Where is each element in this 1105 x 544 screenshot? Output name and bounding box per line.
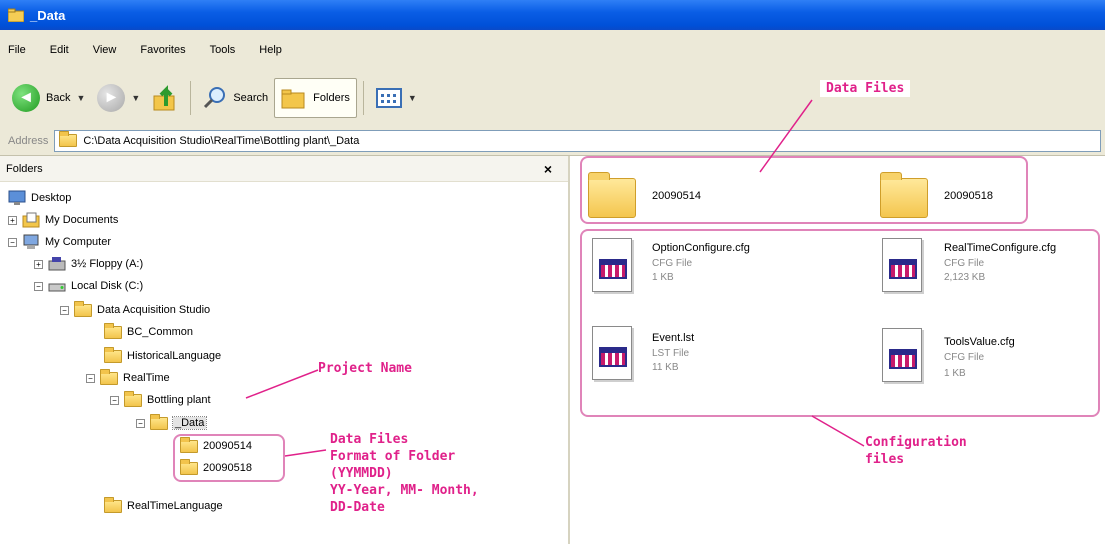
address-path: C:\Data Acquisition Studio\RealTime\Bott…	[83, 134, 360, 147]
annotation-data-files-format: Data Files Format of Folder (YYMMDD) YY-…	[330, 431, 479, 516]
annotation-box-configuration-files	[580, 229, 1100, 417]
tree-item-my-documents[interactable]: + My Documents	[8, 210, 118, 230]
folder-icon	[150, 413, 168, 430]
tree-label: RealTimeLanguage	[127, 500, 223, 512]
tree-label: Bottling plant	[147, 394, 211, 406]
tree-label-selected: _Data	[171, 416, 208, 430]
back-arrow-icon: ◄	[12, 84, 40, 112]
folders-icon	[281, 89, 305, 109]
tree-label: Data Acquisition Studio	[97, 304, 211, 316]
tree-label: Local Disk (C:)	[71, 280, 144, 292]
collapse-icon[interactable]: −	[8, 237, 17, 247]
folder-icon	[104, 322, 122, 339]
folders-pane-header: Folders ×	[0, 156, 568, 182]
tree-item-realtime-language[interactable]: RealTimeLanguage	[104, 496, 223, 516]
floppy-drive-icon	[48, 257, 66, 271]
tree-label: HistoricalLanguage	[127, 350, 222, 362]
address-bar: Address C:\Data Acquisition Studio\RealT…	[0, 126, 1105, 156]
folder-window-icon	[8, 8, 24, 22]
tree-item-local-disk[interactable]: − Local Disk (C:)	[34, 276, 143, 296]
tree-item-floppy[interactable]: + 3½ Floppy (A:)	[34, 254, 143, 274]
tree-item-my-computer[interactable]: − My Computer	[8, 232, 111, 252]
folder-icon	[74, 300, 92, 317]
views-dropdown-icon[interactable]: ▼	[408, 93, 417, 103]
folder-icon	[104, 496, 122, 513]
forward-arrow-icon: ►	[97, 84, 126, 112]
window-title: _Data	[30, 7, 66, 23]
up-folder-icon	[153, 85, 175, 111]
toolbar-separator	[362, 81, 364, 115]
folder-icon	[59, 131, 78, 147]
menu-bar: File Edit View Favorites Tools Help	[0, 30, 1105, 70]
annotation-data-files-top: Data Files	[820, 80, 911, 97]
folders-pane-title: Folders	[6, 162, 43, 175]
my-documents-icon	[22, 212, 40, 228]
tree-label: BC_Common	[127, 326, 194, 338]
tree-label: My Computer	[45, 236, 112, 248]
annotation-line: YY-Year, MM- Month,	[330, 483, 479, 498]
annotation-line: DD-Date	[330, 500, 385, 515]
back-button[interactable]: ◄ Back ▼	[6, 78, 91, 118]
up-folder-button[interactable]	[146, 78, 184, 118]
folder-icon	[124, 390, 142, 407]
close-icon[interactable]: ×	[544, 161, 552, 177]
tree-item-data[interactable]: − _Data	[136, 413, 208, 433]
tree-label: 3½ Floppy (A:)	[71, 258, 144, 270]
collapse-icon[interactable]: −	[34, 281, 43, 291]
tree-label: Desktop	[31, 192, 72, 204]
search-label: Search	[233, 92, 269, 104]
tree-label: My Documents	[45, 214, 119, 226]
annotation-line: Format of Folder	[330, 449, 456, 464]
menu-help[interactable]: Help	[259, 44, 282, 56]
hard-disk-icon	[48, 283, 66, 292]
expand-icon[interactable]: +	[8, 215, 17, 225]
folders-button[interactable]: Folders	[274, 78, 357, 118]
toolbar-separator	[190, 81, 192, 115]
back-dropdown-icon[interactable]: ▼	[76, 93, 85, 103]
annotation-project-name: Project Name	[318, 361, 412, 376]
search-icon	[204, 87, 226, 109]
title-bar: _Data	[0, 0, 1105, 30]
annotation-box-tree-data-folders	[173, 434, 285, 482]
annotation-line: (YYMMDD)	[330, 466, 393, 481]
collapse-icon[interactable]: −	[86, 373, 95, 383]
menu-edit[interactable]: Edit	[50, 44, 69, 56]
folders-label: Folders	[313, 92, 350, 104]
tree-item-data-acquisition-studio[interactable]: − Data Acquisition Studio	[60, 300, 210, 320]
address-label: Address	[8, 134, 49, 147]
annotation-line: Data Files	[330, 432, 409, 447]
tree-item-bc-common[interactable]: BC_Common	[104, 322, 193, 342]
views-grid-icon	[375, 88, 402, 108]
back-label: Back	[46, 92, 71, 104]
tree-item-realtime[interactable]: − RealTime	[86, 368, 170, 388]
tree-item-historical-language[interactable]: HistoricalLanguage	[104, 346, 221, 366]
my-computer-icon	[23, 234, 39, 249]
expand-icon[interactable]: +	[34, 259, 43, 269]
views-button[interactable]: ▼	[370, 78, 423, 118]
collapse-icon[interactable]: −	[110, 395, 119, 405]
annotation-box-data-files	[580, 156, 1028, 224]
menu-view[interactable]: View	[93, 44, 117, 56]
desktop-icon	[8, 190, 26, 205]
search-button[interactable]: Search	[197, 78, 274, 118]
annotation-configuration-files: Configuration files	[865, 434, 967, 468]
collapse-icon[interactable]: −	[60, 305, 69, 315]
menu-tools[interactable]: Tools	[210, 44, 236, 56]
address-input[interactable]: C:\Data Acquisition Studio\RealTime\Bott…	[54, 129, 1101, 152]
forward-button[interactable]: ► ▼	[91, 78, 146, 118]
tree-item-desktop[interactable]: Desktop	[8, 188, 71, 208]
annotation-line: Configuration	[865, 435, 967, 450]
folder-icon	[104, 346, 122, 363]
tree-label: RealTime	[123, 372, 170, 384]
folder-icon	[100, 368, 118, 385]
toolbar: ◄ Back ▼ ► ▼ Search Folders ▼	[0, 70, 1105, 126]
tree-item-bottling-plant[interactable]: − Bottling plant	[110, 390, 211, 410]
collapse-icon[interactable]: −	[136, 418, 145, 428]
forward-dropdown-icon[interactable]: ▼	[131, 93, 140, 103]
annotation-line: files	[865, 452, 905, 467]
folders-pane: Folders × Desktop + My Documents − My Co…	[0, 156, 570, 544]
menu-file[interactable]: File	[8, 44, 26, 56]
menu-favorites[interactable]: Favorites	[140, 44, 185, 56]
